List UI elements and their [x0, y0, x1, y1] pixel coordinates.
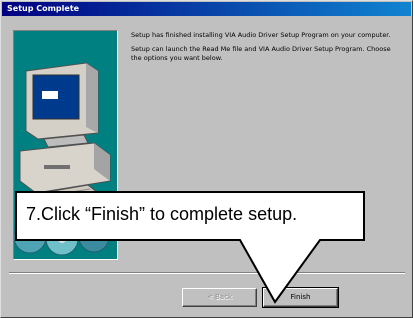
- setup-complete-dialog: Setup Complete Setup has finished instal…: [0, 0, 413, 318]
- title-bar[interactable]: Setup Complete: [2, 2, 411, 16]
- message-area: Setup has finished installing VIA Audio …: [131, 31, 403, 68]
- message-paragraph-2: Setup can launch the Read Me file and VI…: [131, 45, 391, 62]
- setup-illustration: [13, 30, 118, 260]
- window-title: Setup Complete: [7, 4, 80, 13]
- back-button[interactable]: < Back: [182, 288, 257, 307]
- finish-button[interactable]: Finish: [262, 287, 339, 308]
- message-paragraph-1: Setup has finished installing VIA Audio …: [131, 31, 391, 39]
- annotation-text: 7.Click “Finish” to complete setup.: [26, 204, 298, 224]
- separator-line: [9, 272, 405, 274]
